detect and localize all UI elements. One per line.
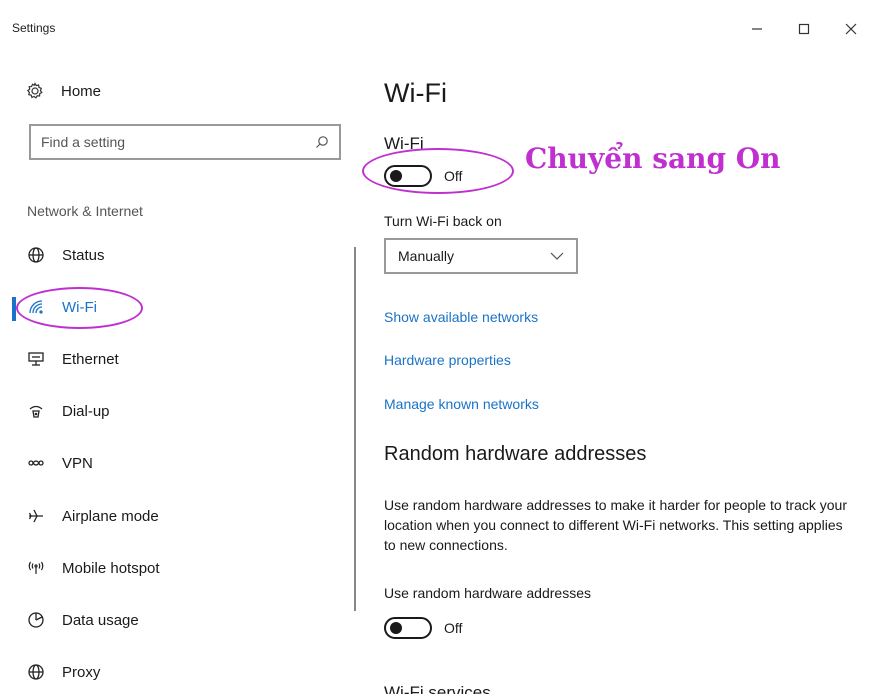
home-label: Home <box>61 82 102 100</box>
minimize-button[interactable] <box>735 14 779 44</box>
dialup-icon <box>26 401 46 421</box>
window-title: Settings <box>12 21 56 35</box>
manage-networks-link[interactable]: Manage known networks <box>384 396 539 412</box>
random-hardware-label: Use random hardware addresses <box>384 585 591 601</box>
turn-back-label: Turn Wi-Fi back on <box>384 213 502 229</box>
sidebar-item-wifi[interactable]: Wi-Fi <box>0 287 330 329</box>
scrollbar[interactable] <box>354 247 356 611</box>
sidebar-item-ethernet[interactable]: Ethernet <box>0 339 330 379</box>
vpn-icon <box>26 453 46 473</box>
search-icon <box>316 136 328 148</box>
wifi-toggle[interactable] <box>384 165 432 187</box>
search-box[interactable] <box>29 124 341 160</box>
hotspot-icon <box>26 558 46 578</box>
sidebar-item-label: Mobile hotspot <box>62 559 160 577</box>
main-content: Wi-Fi Wi-Fi Off Chuyển sang On Turn Wi-F… <box>362 58 854 694</box>
annotation-text: Chuyển sang On <box>525 142 781 175</box>
sidebar-item-status[interactable]: Status <box>0 235 330 275</box>
sidebar-item-label: VPN <box>62 454 93 472</box>
random-toggle-state: Off <box>444 620 463 636</box>
sidebar-item-dialup[interactable]: Dial-up <box>0 391 330 431</box>
sidebar-item-label: Airplane mode <box>62 507 159 525</box>
section-label: Network & Internet <box>27 203 143 219</box>
random-hardware-toggle[interactable] <box>384 617 432 639</box>
sidebar-item-proxy[interactable]: Proxy <box>0 652 330 692</box>
minimize-icon <box>752 28 762 30</box>
maximize-button[interactable] <box>782 14 826 44</box>
sidebar-item-mobile-hotspot[interactable]: Mobile hotspot <box>0 548 330 588</box>
turn-back-value: Manually <box>398 248 455 264</box>
random-hardware-heading: Random hardware addresses <box>384 443 647 465</box>
toggle-knob <box>390 622 402 634</box>
wifi-services-heading: Wi-Fi services <box>384 683 491 694</box>
sidebar-item-label: Proxy <box>62 663 101 681</box>
sidebar-item-label: Wi-Fi <box>62 298 97 316</box>
toggle-knob <box>390 170 402 182</box>
wifi-toggle-row[interactable]: Off <box>384 164 462 188</box>
show-networks-link[interactable]: Show available networks <box>384 309 538 325</box>
globe-icon <box>26 245 46 265</box>
sidebar-item-airplane-mode[interactable]: Airplane mode <box>0 496 330 536</box>
data-usage-icon <box>26 610 46 630</box>
close-button[interactable] <box>829 14 870 44</box>
turn-back-select[interactable]: Manually <box>384 238 578 274</box>
page-title: Wi-Fi <box>384 78 447 108</box>
random-toggle-row[interactable]: Off <box>384 616 462 640</box>
sidebar: Home Network & Internet Status Wi-Fi <box>0 58 360 694</box>
close-icon <box>845 23 857 35</box>
random-hardware-description: Use random hardware addresses to make it… <box>384 497 848 553</box>
airplane-icon <box>26 506 46 526</box>
hardware-properties-link[interactable]: Hardware properties <box>384 352 511 368</box>
search-input[interactable] <box>41 134 315 150</box>
sidebar-item-label: Data usage <box>62 611 139 629</box>
sidebar-item-label: Ethernet <box>62 350 119 368</box>
maximize-icon <box>798 23 810 35</box>
sidebar-item-label: Dial-up <box>62 402 110 420</box>
sidebar-item-data-usage[interactable]: Data usage <box>0 600 330 640</box>
wifi-icon <box>26 297 46 317</box>
chevron-down-icon <box>550 252 564 260</box>
title-bar: Settings <box>0 0 870 58</box>
ethernet-icon <box>26 349 46 369</box>
proxy-icon <box>26 662 46 682</box>
wifi-toggle-state: Off <box>444 168 463 184</box>
sidebar-item-label: Status <box>62 246 105 264</box>
sidebar-item-vpn[interactable]: VPN <box>0 443 330 483</box>
home-link[interactable]: Home <box>26 78 101 104</box>
gear-icon <box>26 82 48 100</box>
